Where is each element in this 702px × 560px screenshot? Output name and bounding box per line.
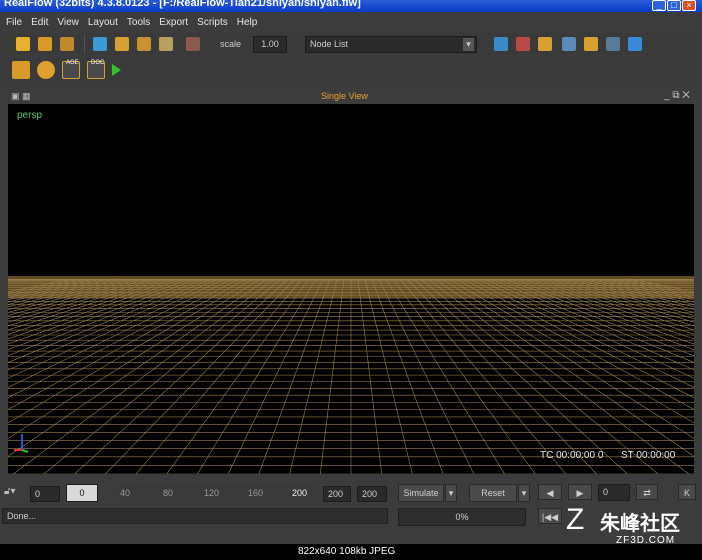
- panel-layout-icon[interactable]: ▣ ▦: [11, 91, 31, 102]
- menu-view[interactable]: View: [57, 17, 79, 28]
- rotate-icon[interactable]: [137, 37, 151, 51]
- camera-icon[interactable]: [606, 37, 620, 51]
- save-icon[interactable]: [60, 37, 74, 51]
- cube-icon[interactable]: [538, 37, 552, 51]
- run-script-icon[interactable]: [12, 61, 30, 79]
- tick-label: 40: [120, 488, 131, 498]
- simulation-toolbar: AGE DOC: [0, 58, 702, 82]
- tick-label: 200: [292, 488, 308, 498]
- chevron-down-icon: ▾: [463, 38, 474, 51]
- reset-options-chevron-icon[interactable]: ▾: [518, 484, 530, 502]
- progress-bar: 0%: [398, 508, 526, 526]
- watermark-logo-icon: Z: [566, 503, 585, 536]
- scale-icon[interactable]: [159, 37, 173, 51]
- minimize-button[interactable]: _: [652, 0, 666, 11]
- skip-start-icon[interactable]: |◀◀: [538, 508, 562, 524]
- emitter-icon[interactable]: [584, 37, 598, 51]
- end-frame-input[interactable]: 200: [323, 486, 351, 502]
- menu-tools[interactable]: Tools: [127, 17, 150, 28]
- camera-label: persp: [17, 110, 43, 121]
- align-icon[interactable]: [562, 37, 576, 51]
- title-bar: RealFlow (32bits) 4.3.8.0123 - [F:/RealF…: [0, 0, 702, 12]
- loop-icon[interactable]: ⇄: [636, 484, 658, 500]
- refresh-icon[interactable]: [37, 61, 55, 79]
- tick-label: 120: [204, 488, 220, 498]
- st-time: ST 00:00:00: [621, 450, 676, 461]
- watermark-text: 朱峰社区: [600, 513, 680, 535]
- wave-icon[interactable]: [628, 37, 642, 51]
- fork-icon[interactable]: [516, 37, 530, 51]
- window-title: RealFlow (32bits) 4.3.8.0123 - [F:/RealF…: [4, 0, 361, 9]
- simulate-button[interactable]: Simulate: [398, 484, 444, 502]
- 3d-viewport[interactable]: persp TC 00:00:00 0 ST 00:00:00: [8, 104, 694, 474]
- frame-input[interactable]: 0: [598, 484, 630, 501]
- lock-icon[interactable]: 🔓︎▾: [4, 486, 26, 502]
- scale-label: scale: [220, 39, 242, 49]
- start-frame-input[interactable]: 0: [30, 486, 60, 502]
- node-list-value: Node List: [310, 39, 349, 49]
- panel-window-controls[interactable]: _ ⧉ ✕: [664, 90, 690, 101]
- current-frame-slider[interactable]: 0: [66, 484, 98, 502]
- menu-scripts[interactable]: Scripts: [197, 17, 228, 28]
- play-icon[interactable]: [112, 64, 121, 76]
- move-icon[interactable]: [115, 37, 129, 51]
- menu-help[interactable]: Help: [237, 17, 258, 28]
- menu-bar: File Edit View Layout Tools Export Scrip…: [0, 13, 702, 31]
- status-bar: Done...: [2, 508, 388, 524]
- open-folder-icon[interactable]: [38, 37, 52, 51]
- new-scene-icon[interactable]: [16, 37, 30, 51]
- simulate-options-chevron-icon[interactable]: ▾: [445, 484, 457, 502]
- menu-export[interactable]: Export: [159, 17, 188, 28]
- menu-layout[interactable]: Layout: [88, 17, 118, 28]
- hierarchy-icon[interactable]: [494, 37, 508, 51]
- viewport-title: Single View: [321, 91, 368, 101]
- floor-grid: [8, 276, 694, 474]
- main-toolbar: scale 1.00 Node List ▾: [0, 33, 702, 55]
- viewport-header: ▣ ▦ Single View _ ⧉ ✕: [8, 89, 694, 105]
- menu-edit[interactable]: Edit: [31, 17, 48, 28]
- tick-label: 160: [248, 488, 264, 498]
- image-info: 822x640 108kb JPEG: [298, 546, 396, 557]
- reset-button[interactable]: Reset: [469, 484, 517, 502]
- close-button[interactable]: ×: [682, 0, 696, 11]
- play-forward-icon[interactable]: ▶: [568, 484, 592, 500]
- doc-icon[interactable]: DOC: [87, 60, 105, 79]
- node-list-dropdown[interactable]: Node List ▾: [305, 36, 477, 53]
- step-back-icon[interactable]: ◀: [538, 484, 562, 500]
- link-icon[interactable]: [186, 37, 200, 51]
- watermark: Z 朱峰社区 ZF3D.COM: [566, 505, 696, 549]
- age-icon[interactable]: AGE: [62, 60, 80, 79]
- key-button[interactable]: K: [678, 484, 696, 500]
- menu-file[interactable]: File: [6, 17, 22, 28]
- timecode: TC 00:00:00 0: [540, 450, 604, 461]
- axis-gizmo-icon: [14, 434, 29, 453]
- timeline-track[interactable]: 40 80 120 160 200: [118, 484, 318, 502]
- image-info-bar: 822x640 108kb JPEG: [0, 544, 702, 560]
- max-frame-input[interactable]: 200: [357, 486, 387, 502]
- tick-label: 80: [163, 488, 174, 498]
- select-arrow-icon[interactable]: [93, 37, 107, 51]
- maximize-button[interactable]: □: [667, 0, 681, 11]
- scale-input[interactable]: 1.00: [253, 36, 287, 53]
